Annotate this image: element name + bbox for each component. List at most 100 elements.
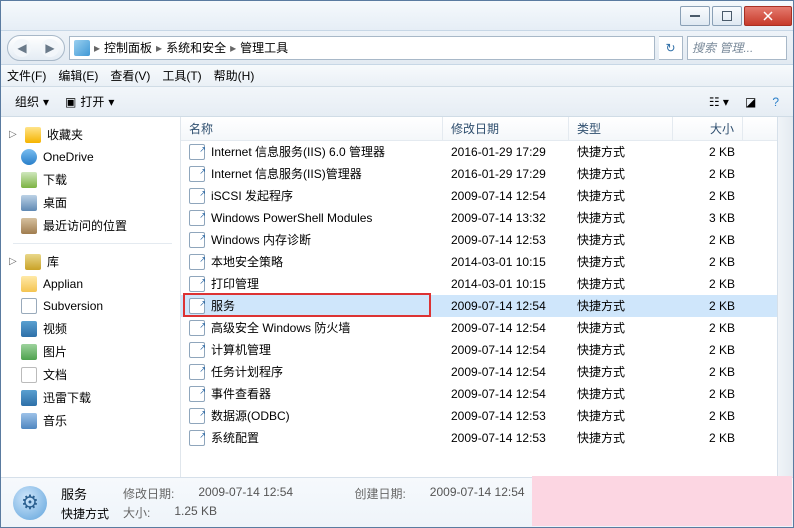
view-options-button[interactable]: ☷ ▾ — [701, 92, 737, 112]
chevron-down-icon: ▾ — [43, 95, 49, 109]
shortcut-icon — [189, 254, 205, 270]
watermark-band — [532, 476, 792, 526]
minimize-button[interactable] — [680, 6, 710, 26]
table-row[interactable]: 系统配置2009-07-14 12:53快捷方式2 KB — [181, 427, 777, 449]
file-size: 2 KB — [673, 405, 743, 427]
sidebar-item-pictures[interactable]: 图片 — [5, 340, 180, 363]
crumb-admin-tools[interactable]: 管理工具 — [240, 39, 288, 56]
chevron-right-icon: ▷ — [9, 129, 19, 140]
crumb-system-security[interactable]: 系统和安全 — [166, 39, 226, 56]
nav-buttons: ◀ ▶ — [7, 35, 65, 61]
file-type: 快捷方式 — [569, 427, 673, 449]
menu-help[interactable]: 帮助(H) — [214, 67, 255, 84]
table-row[interactable]: 本地安全策略2014-03-01 10:15快捷方式2 KB — [181, 251, 777, 273]
file-size: 2 KB — [673, 163, 743, 185]
maximize-button[interactable] — [712, 6, 742, 26]
chevron-right-icon[interactable]: ▸ — [156, 41, 162, 55]
table-row[interactable]: 数据源(ODBC)2009-07-14 12:53快捷方式2 KB — [181, 405, 777, 427]
column-name[interactable]: 名称 — [181, 117, 443, 141]
menu-view[interactable]: 查看(V) — [110, 67, 150, 84]
table-row[interactable]: Windows PowerShell Modules2009-07-14 13:… — [181, 207, 777, 229]
scrollbar[interactable] — [777, 117, 793, 477]
forward-button[interactable]: ▶ — [41, 39, 59, 57]
table-row[interactable]: 高级安全 Windows 防火墙2009-07-14 12:54快捷方式2 KB — [181, 317, 777, 339]
sidebar-item-applian[interactable]: Applian — [5, 273, 180, 295]
table-row[interactable]: 计算机管理2009-07-14 12:54快捷方式2 KB — [181, 339, 777, 361]
shortcut-icon — [189, 408, 205, 424]
sidebar-item-documents[interactable]: 文档 — [5, 363, 180, 386]
address-bar: ◀ ▶ ▸ 控制面板 ▸ 系统和安全 ▸ 管理工具 ↻ 搜索 管理... — [1, 31, 793, 65]
sidebar-group-libraries[interactable]: ▷库 — [5, 250, 180, 273]
sidebar-item-downloads[interactable]: 下载 — [5, 168, 180, 191]
file-date: 2009-07-14 12:54 — [443, 295, 569, 317]
onedrive-icon — [21, 149, 37, 165]
chevron-right-icon[interactable]: ▸ — [94, 41, 100, 55]
column-type[interactable]: 类型 — [569, 117, 673, 141]
file-name: 本地安全策略 — [211, 251, 283, 273]
sidebar[interactable]: ▷收藏夹 OneDrive 下载 桌面 最近访问的位置 ▷库 Applian S… — [1, 117, 181, 477]
table-row[interactable]: 服务2009-07-14 12:54快捷方式2 KB — [181, 295, 777, 317]
sidebar-group-favorites[interactable]: ▷收藏夹 — [5, 123, 180, 146]
crumb-control-panel[interactable]: 控制面板 — [104, 39, 152, 56]
file-date: 2016-01-29 17:29 — [443, 141, 569, 163]
file-date: 2016-01-29 17:29 — [443, 163, 569, 185]
chevron-down-icon: ▾ — [108, 95, 114, 109]
menu-edit[interactable]: 编辑(E) — [58, 67, 98, 84]
table-row[interactable]: 任务计划程序2009-07-14 12:54快捷方式2 KB — [181, 361, 777, 383]
table-row[interactable]: Windows 内存诊断2009-07-14 12:53快捷方式2 KB — [181, 229, 777, 251]
table-row[interactable]: Internet 信息服务(IIS) 6.0 管理器 2016-01-29 17:… — [181, 141, 777, 163]
file-date: 2009-07-14 12:54 — [443, 383, 569, 405]
search-input[interactable]: 搜索 管理... — [687, 36, 787, 60]
file-name: Internet 信息服务(IIS)管理器 — [211, 163, 362, 185]
sidebar-item-recent[interactable]: 最近访问的位置 — [5, 214, 180, 237]
back-button[interactable]: ◀ — [13, 39, 31, 57]
details-type: 快捷方式 — [61, 505, 109, 522]
file-name: Internet 信息服务(IIS) 6.0 管理器 — [211, 141, 385, 163]
table-row[interactable]: 事件查看器2009-07-14 12:54快捷方式2 KB — [181, 383, 777, 405]
sidebar-item-desktop[interactable]: 桌面 — [5, 191, 180, 214]
details-size-value: 1.25 KB — [174, 504, 217, 521]
sidebar-item-subversion[interactable]: Subversion — [5, 295, 180, 317]
rows-container[interactable]: Internet 信息服务(IIS) 6.0 管理器 2016-01-29 17:… — [181, 141, 777, 477]
pictures-icon — [21, 344, 37, 360]
table-row[interactable]: 打印管理2014-03-01 10:15快捷方式2 KB — [181, 273, 777, 295]
file-date: 2009-07-14 12:54 — [443, 185, 569, 207]
file-name: 计算机管理 — [211, 339, 271, 361]
shortcut-icon — [189, 342, 205, 358]
shortcut-icon — [189, 298, 205, 314]
refresh-button[interactable]: ↻ — [659, 36, 683, 60]
close-button[interactable] — [744, 6, 792, 26]
organize-button[interactable]: 组织 ▾ — [7, 90, 57, 113]
table-row[interactable]: Internet 信息服务(IIS)管理器2016-01-29 17:29快捷方… — [181, 163, 777, 185]
file-date: 2009-07-14 13:32 — [443, 207, 569, 229]
favorites-icon — [25, 127, 41, 143]
file-type: 快捷方式 — [569, 405, 673, 427]
help-button[interactable]: ? — [764, 92, 787, 112]
open-button[interactable]: ▣ 打开 ▾ — [57, 90, 122, 113]
sidebar-item-onedrive[interactable]: OneDrive — [5, 146, 180, 168]
menubar: 文件(F) 编辑(E) 查看(V) 工具(T) 帮助(H) — [1, 65, 793, 87]
titlebar[interactable] — [1, 1, 793, 31]
menu-tools[interactable]: 工具(T) — [162, 67, 201, 84]
column-date[interactable]: 修改日期 — [443, 117, 569, 141]
table-row[interactable]: iSCSI 发起程序2009-07-14 12:54快捷方式2 KB — [181, 185, 777, 207]
documents-icon — [21, 367, 37, 383]
preview-pane-button[interactable]: ◪ — [737, 92, 764, 112]
shortcut-icon — [189, 320, 205, 336]
menu-file[interactable]: 文件(F) — [7, 67, 46, 84]
location-icon — [74, 40, 90, 56]
shortcut-icon — [189, 232, 205, 248]
file-size: 2 KB — [673, 383, 743, 405]
sidebar-item-music[interactable]: 音乐 — [5, 409, 180, 432]
details-created-label: 创建日期: — [354, 485, 405, 502]
file-size: 2 KB — [673, 361, 743, 383]
file-date: 2014-03-01 10:15 — [443, 251, 569, 273]
file-size: 2 KB — [673, 295, 743, 317]
sidebar-item-videos[interactable]: 视频 — [5, 317, 180, 340]
shortcut-icon — [189, 144, 205, 160]
sidebar-item-xunlei[interactable]: 迅雷下载 — [5, 386, 180, 409]
file-date: 2009-07-14 12:53 — [443, 427, 569, 449]
column-size[interactable]: 大小 — [673, 117, 743, 141]
breadcrumb[interactable]: ▸ 控制面板 ▸ 系统和安全 ▸ 管理工具 — [69, 36, 655, 60]
chevron-right-icon[interactable]: ▸ — [230, 41, 236, 55]
